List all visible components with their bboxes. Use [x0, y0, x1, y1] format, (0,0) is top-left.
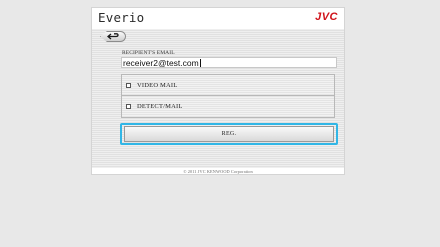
brand-title: Everio	[98, 10, 145, 25]
text-caret	[199, 59, 201, 67]
option-video-mail[interactable]: VIDEO MAIL	[122, 75, 334, 96]
register-button[interactable]: REG.	[124, 126, 334, 142]
jvc-logo: JVC	[315, 11, 338, 23]
video-mail-checkbox[interactable]	[126, 82, 131, 88]
copyright-footer: © 2011 JVC KENWOOD Corporation	[183, 169, 253, 174]
header-bar: Everio JVC	[92, 8, 344, 29]
return-arrow-icon	[107, 33, 119, 40]
mail-options: VIDEO MAIL DETECT/MAIL	[121, 74, 335, 118]
video-mail-label: VIDEO MAIL	[137, 81, 178, 89]
option-detect-mail[interactable]: DETECT/MAIL	[122, 96, 334, 117]
detect-mail-label: DETECT/MAIL	[137, 103, 183, 110]
app-panel: Everio JVC RECIPIENT'S EMAIL receiver2@t…	[91, 7, 345, 175]
email-label: RECIPIENT'S EMAIL	[122, 50, 175, 56]
email-value: receiver2@test.com	[123, 58, 199, 68]
form-area: RECIPIENT'S EMAIL receiver2@test.com VID…	[92, 29, 344, 168]
back-button[interactable]	[100, 31, 126, 42]
detect-mail-checkbox[interactable]	[126, 104, 131, 109]
email-field[interactable]: receiver2@test.com	[121, 57, 337, 68]
